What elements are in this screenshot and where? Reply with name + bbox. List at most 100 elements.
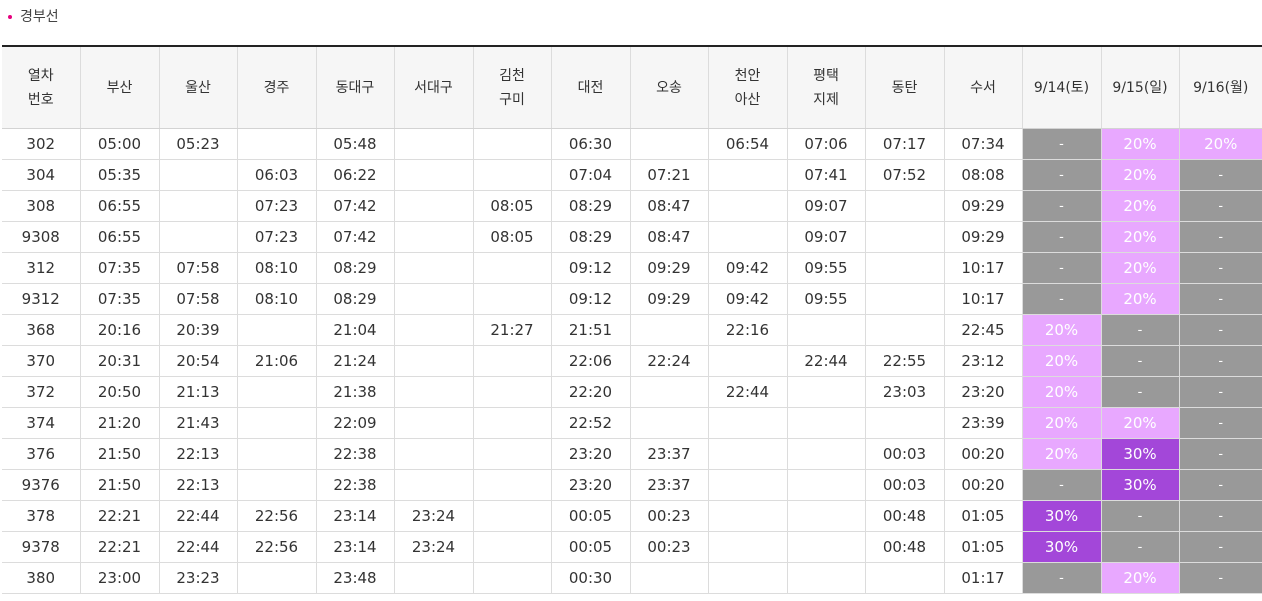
time-cell: 09:29 xyxy=(944,221,1023,253)
table-row: 9378 22:21 22:44 22:56 23:14 23:24 00:05 00:23 0… xyxy=(2,531,1262,563)
discount-cell: 20% xyxy=(1022,314,1102,346)
time-cell xyxy=(237,407,317,439)
train-number-cell: 312 xyxy=(2,252,81,284)
time-cell xyxy=(473,283,552,315)
time-cell xyxy=(708,438,788,470)
time-cell: 07:06 xyxy=(787,128,866,160)
time-cell xyxy=(394,562,474,594)
time-cell xyxy=(865,221,945,253)
time-cell: 08:10 xyxy=(237,283,317,315)
discount-cell: - xyxy=(1022,221,1102,253)
time-cell: 00:48 xyxy=(865,500,945,532)
time-cell: 08:10 xyxy=(237,252,317,284)
time-cell xyxy=(473,407,552,439)
header-date-0915: 9/15(일) xyxy=(1101,46,1180,129)
time-cell: 06:03 xyxy=(237,159,317,191)
discount-cell: 30% xyxy=(1101,469,1180,501)
time-cell: 00:30 xyxy=(551,562,631,594)
header-gyeongju: 경주 xyxy=(237,46,317,129)
discount-cell: - xyxy=(1179,345,1262,377)
time-cell: 06:55 xyxy=(80,221,160,253)
time-cell: 22:38 xyxy=(316,469,395,501)
header-dongtan: 동탄 xyxy=(865,46,945,129)
train-number-cell: 9312 xyxy=(2,283,81,315)
time-cell xyxy=(394,469,474,501)
time-cell xyxy=(394,221,474,253)
time-cell: 22:21 xyxy=(80,500,160,532)
table-row: 368 20:16 20:39 21:04 21:27 21:51 22:16 22:45 20… xyxy=(2,314,1262,346)
time-cell: 22:21 xyxy=(80,531,160,563)
table-row: 302 05:00 05:23 05:48 06:30 06:54 07:06 07:17 07… xyxy=(2,128,1262,160)
time-cell xyxy=(708,221,788,253)
time-cell xyxy=(865,252,945,284)
discount-cell: - xyxy=(1101,500,1180,532)
table-row: 9376 21:50 22:13 22:38 23:20 23:37 00:03 00:20-… xyxy=(2,469,1262,501)
time-cell xyxy=(394,438,474,470)
discount-cell: 20% xyxy=(1022,345,1102,377)
time-cell xyxy=(708,469,788,501)
time-cell xyxy=(630,314,709,346)
header-cheonan-asan: 천안 아산 xyxy=(708,46,788,129)
time-cell xyxy=(708,345,788,377)
time-cell: 22:55 xyxy=(865,345,945,377)
table-row: 308 06:55 07:23 07:42 08:05 08:29 08:47 09:07 09… xyxy=(2,190,1262,222)
discount-cell: - xyxy=(1022,159,1102,191)
header-dongdaegu: 동대구 xyxy=(316,46,395,129)
time-cell xyxy=(159,159,238,191)
time-cell xyxy=(473,500,552,532)
time-cell xyxy=(394,283,474,315)
discount-cell: 30% xyxy=(1022,531,1102,563)
bullet-dot-icon xyxy=(8,14,12,19)
discount-cell: - xyxy=(1179,190,1262,222)
time-cell: 09:07 xyxy=(787,221,866,253)
train-number-cell: 374 xyxy=(2,407,81,439)
train-number-cell: 304 xyxy=(2,159,81,191)
time-cell: 22:56 xyxy=(237,500,317,532)
time-cell xyxy=(865,283,945,315)
discount-cell: - xyxy=(1179,407,1262,439)
time-cell: 09:42 xyxy=(708,252,788,284)
discount-cell: - xyxy=(1179,438,1262,470)
time-cell xyxy=(787,376,866,408)
time-cell: 05:48 xyxy=(316,128,395,160)
time-cell: 00:05 xyxy=(551,500,631,532)
time-cell: 09:12 xyxy=(551,283,631,315)
time-cell: 08:29 xyxy=(316,252,395,284)
time-cell: 09:42 xyxy=(708,283,788,315)
discount-cell: - xyxy=(1101,376,1180,408)
time-cell xyxy=(473,159,552,191)
time-cell: 00:23 xyxy=(630,500,709,532)
time-cell: 23:12 xyxy=(944,345,1023,377)
train-number-cell: 380 xyxy=(2,562,81,594)
discount-cell: 20% xyxy=(1022,438,1102,470)
header-row: 열차 번호 부산 울산 경주 동대구 서대구 김천 구미 대전 오송 천안 아산… xyxy=(2,46,1262,129)
time-cell xyxy=(865,562,945,594)
time-cell: 20:50 xyxy=(80,376,160,408)
discount-cell: 20% xyxy=(1101,283,1180,315)
discount-cell: 20% xyxy=(1101,128,1180,160)
time-cell xyxy=(787,562,866,594)
time-cell: 08:08 xyxy=(944,159,1023,191)
time-cell: 22:20 xyxy=(551,376,631,408)
time-cell xyxy=(394,190,474,222)
time-cell: 22:09 xyxy=(316,407,395,439)
header-suseo: 수서 xyxy=(944,46,1023,129)
time-cell xyxy=(473,252,552,284)
time-cell: 05:35 xyxy=(80,159,160,191)
time-cell: 00:03 xyxy=(865,469,945,501)
time-cell: 00:23 xyxy=(630,531,709,563)
time-cell: 23:39 xyxy=(944,407,1023,439)
time-cell: 22:44 xyxy=(159,500,238,532)
time-cell: 00:03 xyxy=(865,438,945,470)
time-cell xyxy=(630,128,709,160)
time-cell xyxy=(394,345,474,377)
time-cell xyxy=(394,407,474,439)
train-number-cell: 302 xyxy=(2,128,81,160)
time-cell: 22:44 xyxy=(159,531,238,563)
discount-cell: - xyxy=(1179,252,1262,284)
discount-cell: - xyxy=(1022,283,1102,315)
time-cell: 23:20 xyxy=(551,438,631,470)
time-cell: 00:20 xyxy=(944,469,1023,501)
discount-cell: - xyxy=(1179,562,1262,594)
discount-cell: - xyxy=(1101,314,1180,346)
